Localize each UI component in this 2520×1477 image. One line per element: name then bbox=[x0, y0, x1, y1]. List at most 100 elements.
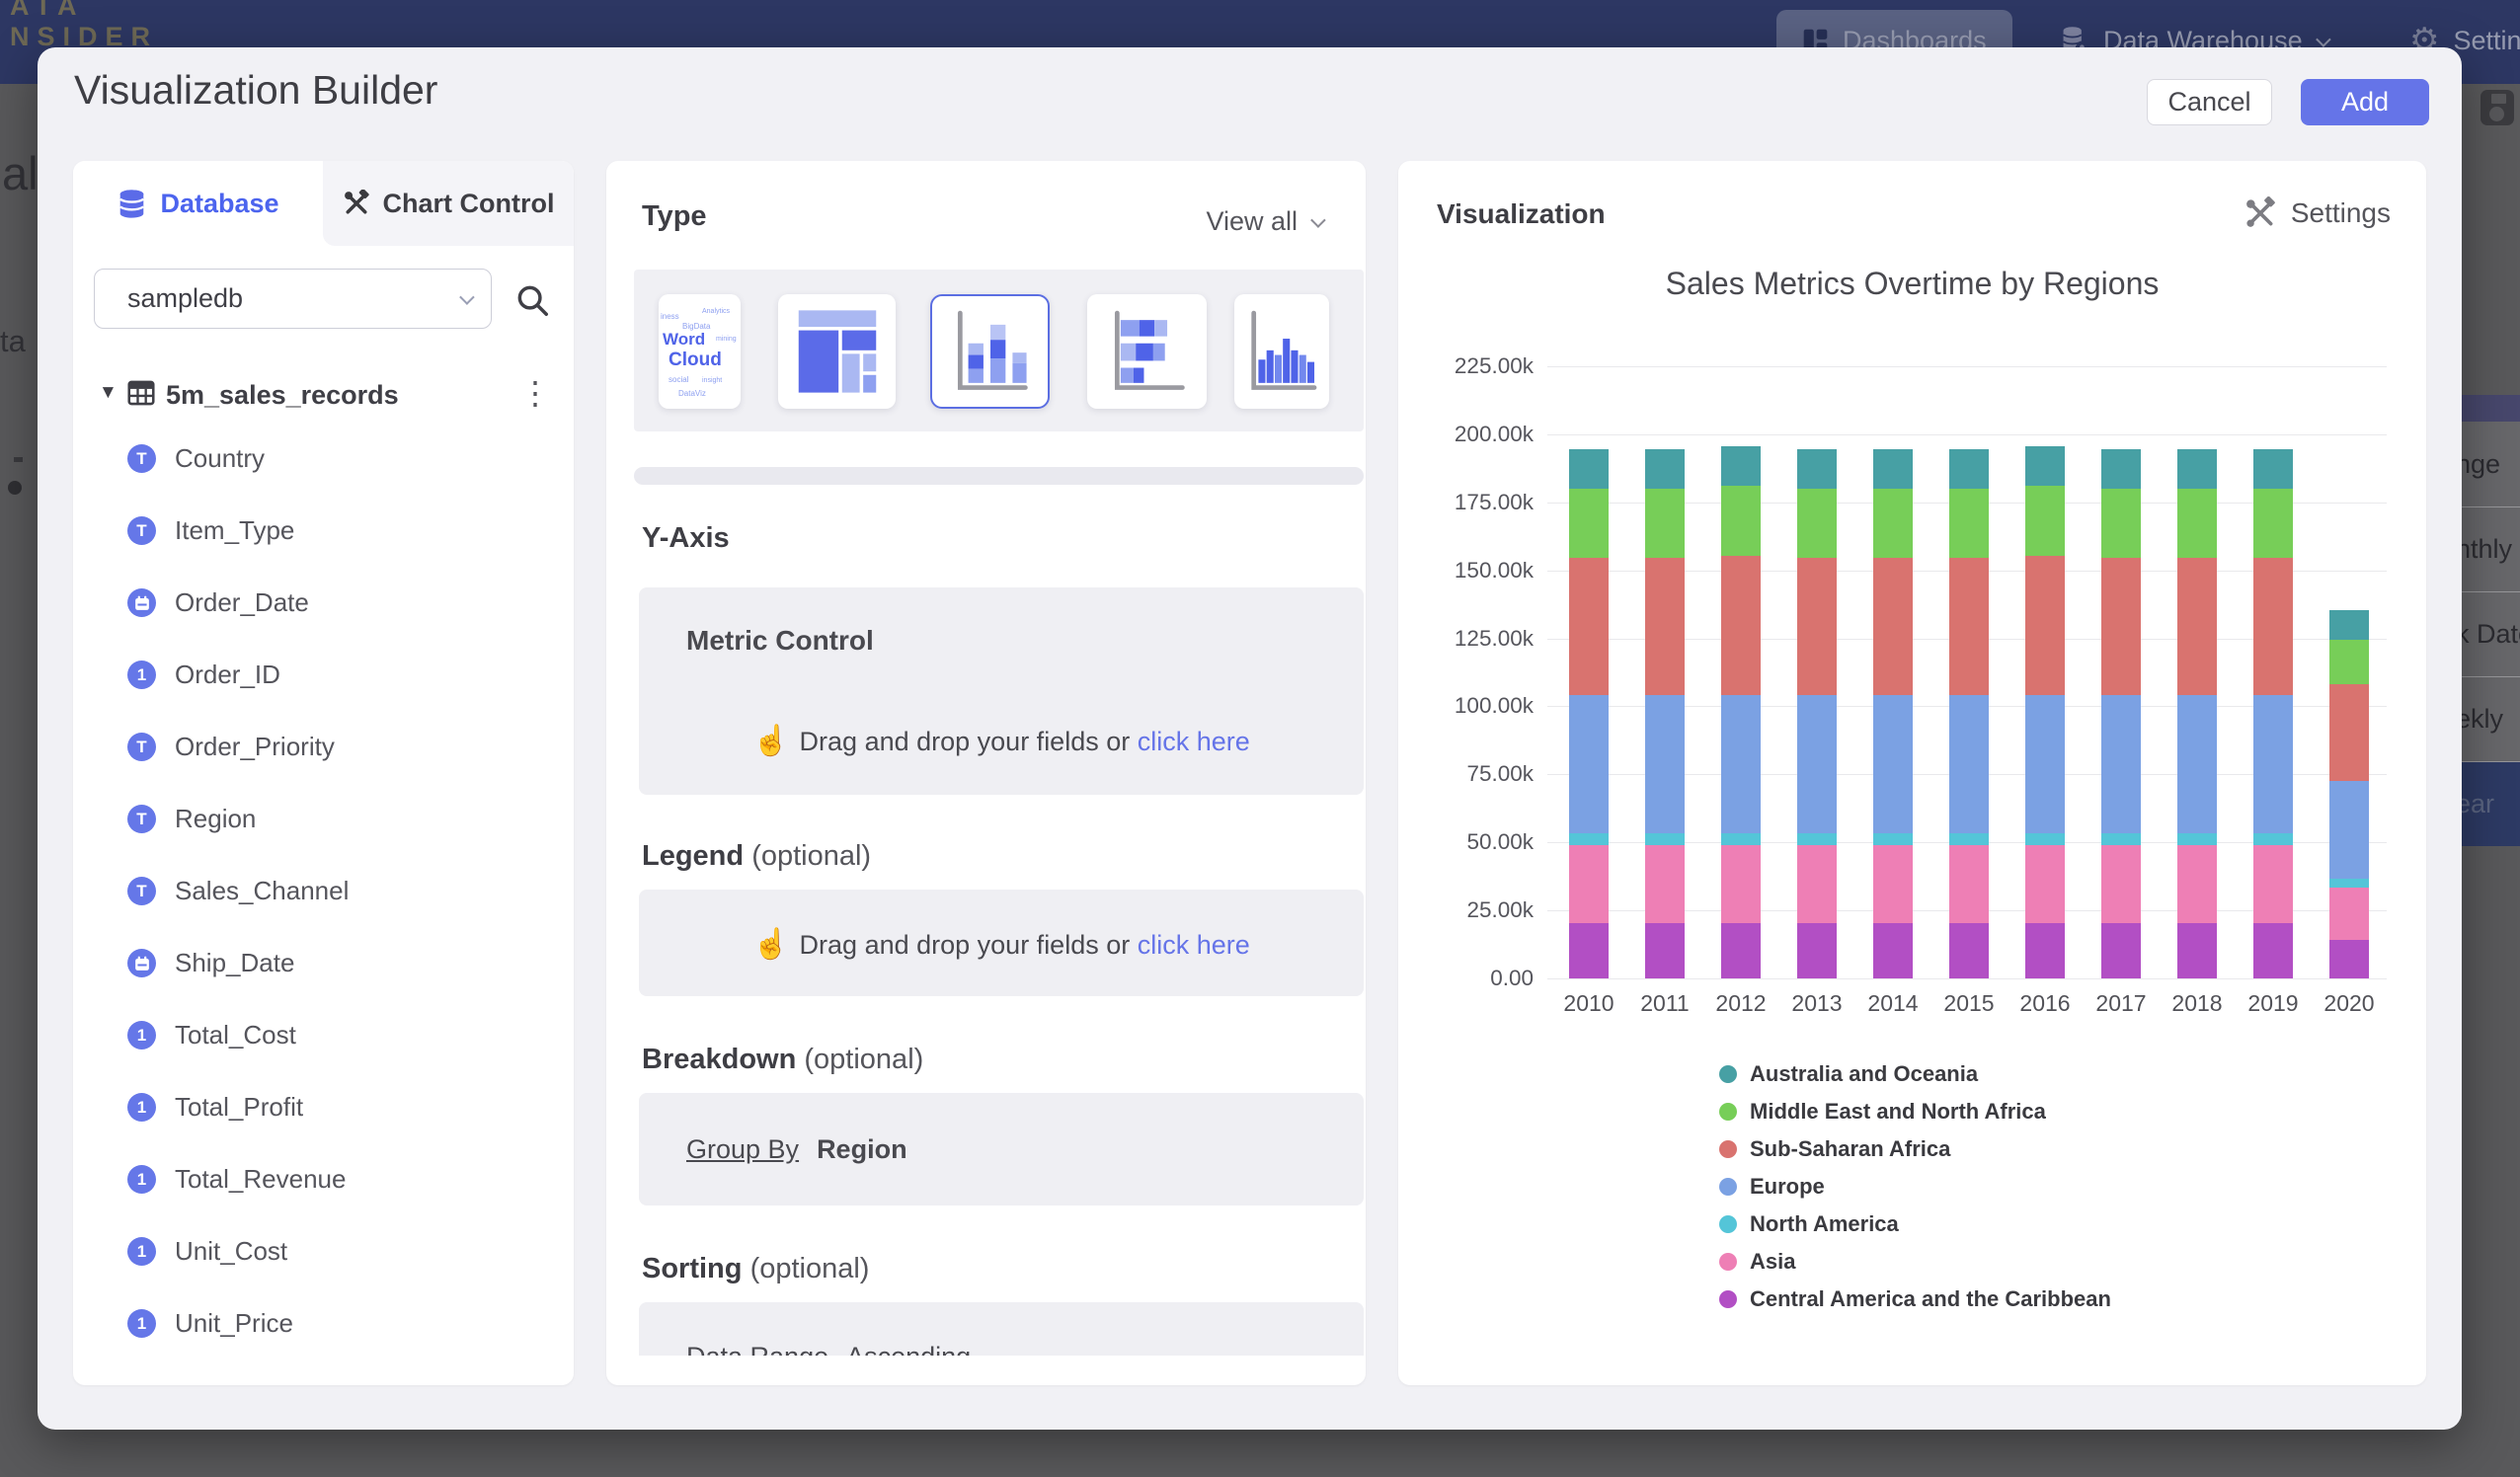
bar-segment-2013[interactable] bbox=[1797, 489, 1837, 558]
bar-segment-2017[interactable] bbox=[2101, 845, 2141, 923]
legend-item[interactable]: Asia bbox=[1719, 1243, 1795, 1281]
bar-segment-2013[interactable] bbox=[1797, 558, 1837, 695]
bar-segment-2017[interactable] bbox=[2101, 833, 2141, 845]
legend-item[interactable]: Australia and Oceania bbox=[1719, 1055, 1978, 1093]
search-button[interactable] bbox=[513, 281, 553, 321]
sorting-dropzone[interactable]: Data Range Ascending bbox=[639, 1302, 1364, 1356]
bar-segment-2015[interactable] bbox=[1949, 833, 1989, 845]
bar-segment-2012[interactable] bbox=[1721, 695, 1761, 832]
bar-segment-2012[interactable] bbox=[1721, 833, 1761, 845]
sorting-field-link[interactable]: Data Range bbox=[686, 1342, 828, 1356]
legend-item[interactable]: Sub-Saharan Africa bbox=[1719, 1130, 1950, 1168]
field-item-total_revenue[interactable]: 1Total_Revenue bbox=[73, 1143, 574, 1215]
bar-segment-2020[interactable] bbox=[2329, 640, 2369, 684]
bar-segment-2015[interactable] bbox=[1949, 449, 1989, 489]
bar-segment-2017[interactable] bbox=[2101, 489, 2141, 558]
bar-segment-2016[interactable] bbox=[2025, 845, 2065, 923]
field-item-order_date[interactable]: Order_Date bbox=[73, 567, 574, 639]
bar-segment-2015[interactable] bbox=[1949, 695, 1989, 832]
legend-item[interactable]: Middle East and North Africa bbox=[1719, 1093, 2046, 1130]
field-item-unit_cost[interactable]: 1Unit_Cost bbox=[73, 1215, 574, 1287]
bar-segment-2013[interactable] bbox=[1797, 449, 1837, 489]
cancel-button[interactable]: Cancel bbox=[2147, 79, 2272, 125]
bar-segment-2015[interactable] bbox=[1949, 558, 1989, 695]
bar-segment-2011[interactable] bbox=[1645, 695, 1685, 832]
bar-segment-2018[interactable] bbox=[2177, 833, 2217, 845]
bar-segment-2010[interactable] bbox=[1569, 923, 1609, 978]
bar-segment-2013[interactable] bbox=[1797, 923, 1837, 978]
bar-segment-2011[interactable] bbox=[1645, 833, 1685, 845]
field-item-total_profit[interactable]: 1Total_Profit bbox=[73, 1071, 574, 1143]
metric-control-dropzone[interactable]: Metric Control ☝Drag and drop your field… bbox=[639, 587, 1364, 795]
horizontal-scrollbar[interactable] bbox=[634, 467, 1364, 485]
bar-segment-2011[interactable] bbox=[1645, 845, 1685, 923]
bar-segment-2016[interactable] bbox=[2025, 923, 2065, 978]
bar-segment-2020[interactable] bbox=[2329, 888, 2369, 941]
caret-down-icon[interactable]: ▼ bbox=[99, 382, 118, 404]
table-menu-icon[interactable]: ⋮ bbox=[519, 374, 551, 412]
type-card-stacked-column-chart[interactable] bbox=[930, 294, 1050, 409]
bar-segment-2015[interactable] bbox=[1949, 845, 1989, 923]
bar-segment-2016[interactable] bbox=[2025, 446, 2065, 486]
bar-segment-2011[interactable] bbox=[1645, 489, 1685, 558]
bar-segment-2019[interactable] bbox=[2253, 449, 2293, 489]
bar-segment-2016[interactable] bbox=[2025, 695, 2065, 832]
bar-segment-2010[interactable] bbox=[1569, 449, 1609, 489]
click-here-link[interactable]: click here bbox=[1138, 930, 1250, 960]
field-item-region[interactable]: TRegion bbox=[73, 783, 574, 855]
field-item-ship_date[interactable]: Ship_Date bbox=[73, 927, 574, 999]
bar-segment-2016[interactable] bbox=[2025, 486, 2065, 555]
bar-segment-2018[interactable] bbox=[2177, 695, 2217, 832]
legend-item[interactable]: Europe bbox=[1719, 1168, 1825, 1205]
bar-segment-2020[interactable] bbox=[2329, 940, 2369, 978]
dropdown-item[interactable]: nthly bbox=[2453, 506, 2520, 591]
bar-segment-2018[interactable] bbox=[2177, 489, 2217, 558]
bar-segment-2020[interactable] bbox=[2329, 610, 2369, 640]
tab-chart-control[interactable]: Chart Control bbox=[323, 161, 574, 246]
bar-segment-2019[interactable] bbox=[2253, 695, 2293, 832]
bar-segment-2010[interactable] bbox=[1569, 845, 1609, 923]
bar-segment-2013[interactable] bbox=[1797, 833, 1837, 845]
field-item-sales_channel[interactable]: TSales_Channel bbox=[73, 855, 574, 927]
bar-segment-2014[interactable] bbox=[1873, 923, 1913, 978]
field-item-order_priority[interactable]: TOrder_Priority bbox=[73, 711, 574, 783]
bar-segment-2014[interactable] bbox=[1873, 558, 1913, 695]
bar-segment-2018[interactable] bbox=[2177, 923, 2217, 978]
dropdown-item[interactable]: nge bbox=[2453, 422, 2520, 506]
bar-segment-2013[interactable] bbox=[1797, 695, 1837, 832]
bar-segment-2012[interactable] bbox=[1721, 486, 1761, 555]
bar-segment-2016[interactable] bbox=[2025, 556, 2065, 696]
bar-segment-2014[interactable] bbox=[1873, 449, 1913, 489]
bar-segment-2015[interactable] bbox=[1949, 489, 1989, 558]
bar-segment-2017[interactable] bbox=[2101, 449, 2141, 489]
bar-segment-2010[interactable] bbox=[1569, 833, 1609, 845]
bar-segment-2014[interactable] bbox=[1873, 489, 1913, 558]
bar-segment-2012[interactable] bbox=[1721, 845, 1761, 923]
bar-segment-2011[interactable] bbox=[1645, 923, 1685, 978]
bar-segment-2017[interactable] bbox=[2101, 695, 2141, 832]
bar-segment-2011[interactable] bbox=[1645, 449, 1685, 489]
bar-segment-2015[interactable] bbox=[1949, 923, 1989, 978]
legend-item[interactable]: Central America and the Caribbean bbox=[1719, 1281, 2111, 1318]
bar-segment-2019[interactable] bbox=[2253, 923, 2293, 978]
dropdown-item[interactable]: ekly bbox=[2453, 676, 2520, 761]
bar-segment-2011[interactable] bbox=[1645, 558, 1685, 695]
bar-segment-2020[interactable] bbox=[2329, 684, 2369, 781]
type-card-treemap[interactable] bbox=[778, 294, 896, 409]
bar-segment-2016[interactable] bbox=[2025, 833, 2065, 845]
bar-segment-2010[interactable] bbox=[1569, 558, 1609, 695]
bar-segment-2019[interactable] bbox=[2253, 558, 2293, 695]
bar-segment-2012[interactable] bbox=[1721, 556, 1761, 696]
bar-segment-2010[interactable] bbox=[1569, 489, 1609, 558]
bar-segment-2018[interactable] bbox=[2177, 845, 2217, 923]
type-card-histogram[interactable] bbox=[1234, 294, 1329, 409]
bar-segment-2019[interactable] bbox=[2253, 833, 2293, 845]
bar-segment-2017[interactable] bbox=[2101, 923, 2141, 978]
field-item-total_cost[interactable]: 1Total_Cost bbox=[73, 999, 574, 1071]
save-icon[interactable] bbox=[2481, 90, 2514, 125]
bar-segment-2012[interactable] bbox=[1721, 446, 1761, 486]
bar-segment-2014[interactable] bbox=[1873, 695, 1913, 832]
dropdown-item[interactable]: k Date bbox=[2453, 591, 2520, 676]
bar-segment-2020[interactable] bbox=[2329, 781, 2369, 879]
bar-segment-2014[interactable] bbox=[1873, 845, 1913, 923]
